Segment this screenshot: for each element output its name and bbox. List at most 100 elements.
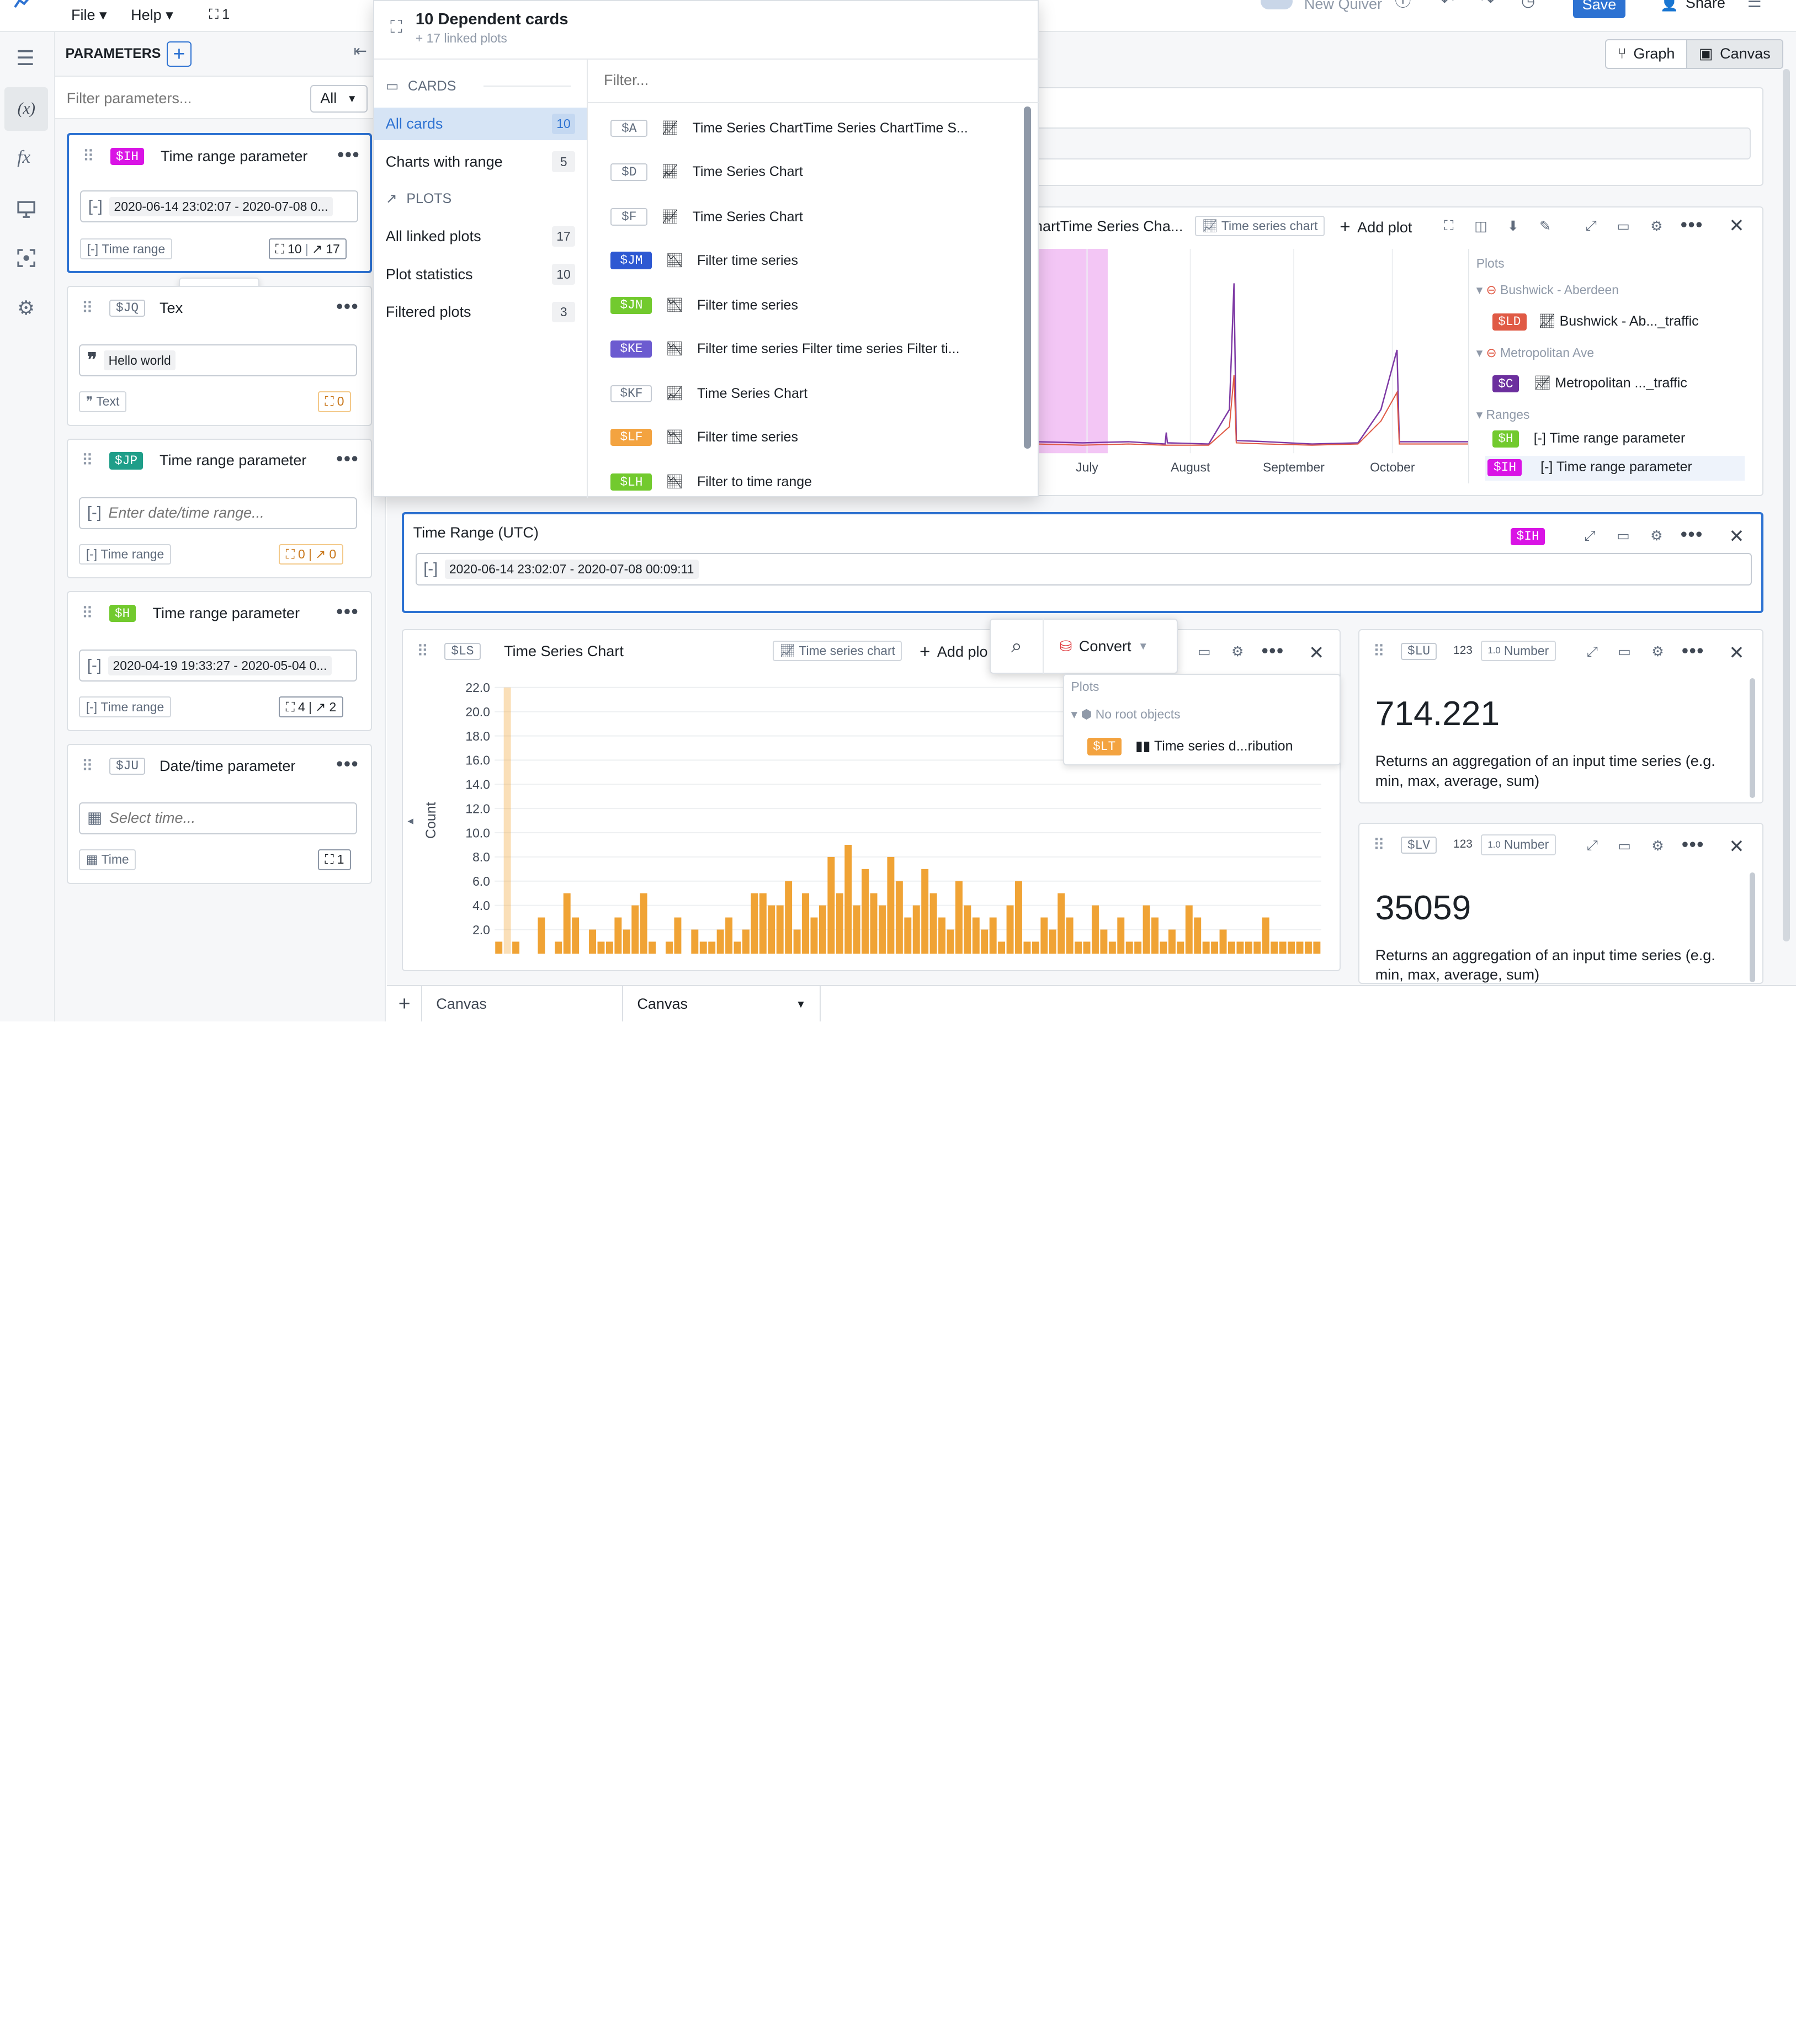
function-icon[interactable]: fx	[17, 147, 30, 168]
focus-icon[interactable]: ⛶	[1436, 214, 1462, 239]
histogram-bar[interactable]	[1219, 929, 1227, 954]
histogram-bar[interactable]	[1296, 941, 1304, 954]
histogram-bar[interactable]	[1211, 941, 1219, 954]
list-item[interactable]: $LF 📉︎ Filter time series	[588, 416, 1024, 459]
legend-item[interactable]: ▮▮ Time series d...ribution	[1135, 738, 1293, 754]
histogram-bar[interactable]	[1194, 917, 1202, 954]
histogram-bar[interactable]	[819, 905, 827, 954]
time-series-plot[interactable]: July August September October	[1037, 249, 1469, 474]
histogram-bar[interactable]	[597, 941, 605, 954]
time-range-input[interactable]: [-] 2020-06-14 23:02:07 - 2020-07-08 00:…	[415, 553, 1752, 585]
more-icon[interactable]: •••	[337, 145, 360, 166]
histogram-bar[interactable]	[1075, 941, 1082, 954]
settings-icon[interactable]: ⚙	[1644, 523, 1669, 549]
legend-group[interactable]: ▾ ⊖ Metropolitan Ave	[1476, 345, 1594, 360]
histogram-bar[interactable]	[1143, 905, 1150, 954]
histogram-bar[interactable]	[1125, 941, 1133, 954]
more-icon[interactable]: •••	[336, 602, 359, 622]
histogram-bar[interactable]	[674, 917, 682, 954]
parameter-card[interactable]: ⠿ $H Time range parameter ••• [-] 2020-0…	[66, 591, 372, 731]
maximize-icon[interactable]: ⤢	[1580, 639, 1605, 664]
more-icon[interactable]: •••	[1682, 834, 1704, 855]
text-input[interactable]: ❞ Hello world	[79, 344, 357, 377]
search-icon[interactable]: ⌕	[991, 619, 1044, 674]
histogram-bar[interactable]	[1015, 881, 1023, 954]
histogram-bar[interactable]	[1262, 917, 1269, 954]
menu-item-filtered-plots[interactable]: Filtered plots 3	[374, 296, 587, 328]
histogram-bar[interactable]	[793, 929, 801, 954]
histogram-bar[interactable]	[691, 929, 699, 954]
more-icon[interactable]: •••	[336, 754, 359, 775]
histogram-bar[interactable]	[955, 881, 963, 954]
add-plot-button[interactable]: + Add plot	[1340, 217, 1412, 238]
edit-icon[interactable]: ✎	[1533, 214, 1558, 239]
canvas-scrollbar[interactable]	[1783, 68, 1790, 941]
histogram-bar[interactable]	[1151, 917, 1159, 954]
histogram-bar[interactable]	[870, 893, 878, 954]
settings-icon[interactable]: ⚙	[1225, 639, 1250, 664]
hierarchy-badge[interactable]: ⛶ 1	[209, 7, 230, 23]
more-icon[interactable]: •••	[336, 449, 359, 470]
card-input[interactable]	[1018, 127, 1751, 160]
histogram-bar[interactable]	[1202, 941, 1210, 954]
histogram-bar[interactable]	[836, 893, 843, 954]
share-button[interactable]: 👤 Share	[1660, 0, 1725, 12]
histogram-bar[interactable]	[759, 893, 767, 954]
drag-handle-icon[interactable]: ⠿	[417, 642, 428, 661]
parameter-card[interactable]: ⠿ $JU Date/time parameter ••• ▦ ▦Time ⛶1	[66, 743, 372, 884]
file-menu[interactable]: File ▾	[71, 7, 107, 24]
histogram-bar[interactable]	[1006, 905, 1014, 954]
histogram-bar[interactable]	[1271, 941, 1278, 954]
add-plot-button[interactable]: + Add plo	[920, 642, 988, 663]
add-canvas-button[interactable]: +	[398, 992, 411, 1015]
histogram-bar[interactable]	[802, 893, 810, 954]
canvas-view-button[interactable]: ▣ Canvas	[1686, 40, 1782, 68]
filter-select[interactable]: All ▼	[310, 84, 368, 113]
legend-item-selected[interactable]: $IH [-] Time range parameter	[1485, 455, 1745, 481]
new-quiver-toggle[interactable]	[1260, 0, 1293, 9]
close-icon[interactable]: ✕	[1729, 642, 1744, 664]
histogram-bar[interactable]	[1058, 893, 1065, 954]
scrollbar[interactable]	[1749, 872, 1756, 983]
histogram-bar[interactable]	[929, 893, 937, 954]
menu-icon[interactable]: ☰	[16, 48, 35, 68]
menu-item-all-linked-plots[interactable]: All linked plots 17	[374, 220, 587, 252]
histogram-bar[interactable]	[503, 687, 511, 954]
list-item[interactable]: $JN 📉︎ Filter time series	[588, 284, 1024, 327]
histogram-bar[interactable]	[631, 905, 639, 954]
collapse-left-icon[interactable]: ◂	[407, 814, 413, 828]
maximize-icon[interactable]: ⤢	[1577, 523, 1603, 549]
undo-icon[interactable]: ↶	[1441, 0, 1454, 9]
histogram-bar[interactable]	[1117, 917, 1125, 954]
histogram-bar[interactable]	[1186, 905, 1193, 954]
time-range-input[interactable]: [-]	[79, 497, 357, 529]
parameter-card[interactable]: ⠿ $IH Time range parameter ••• [-] 2020-…	[66, 133, 372, 274]
present-icon[interactable]: ▭	[1612, 639, 1637, 664]
list-icon[interactable]: ☰	[1747, 0, 1762, 10]
dependents-badge[interactable]: ⛶ 10 | ↗ 17	[268, 238, 347, 259]
histogram-bar[interactable]	[785, 881, 793, 954]
dependents-badge[interactable]: ⛶ 0	[318, 391, 351, 412]
histogram-bar[interactable]	[699, 941, 707, 954]
histogram-bar[interactable]	[1134, 941, 1142, 954]
histogram-bar[interactable]	[1100, 929, 1108, 954]
redo-icon[interactable]: ↷	[1481, 0, 1494, 9]
histogram-bar[interactable]	[623, 929, 630, 954]
more-icon[interactable]: •••	[1682, 641, 1704, 662]
histogram-bar[interactable]	[862, 869, 869, 954]
list-item[interactable]: $F 📈︎ Time Series Chart	[588, 195, 1024, 239]
legend-item[interactable]: [-] Time range parameter	[1534, 430, 1686, 446]
histogram-bar[interactable]	[1049, 929, 1056, 954]
drag-handle-icon[interactable]: ⠿	[82, 451, 93, 470]
present-icon[interactable]: ▭	[1611, 523, 1636, 549]
list-item[interactable]: $KF 📈︎ Time Series Chart	[588, 372, 1024, 416]
download-icon[interactable]: ⬇	[1500, 214, 1526, 239]
canvas-tab[interactable]: Canvas	[421, 986, 624, 1022]
histogram-bar[interactable]	[1023, 941, 1031, 954]
date-time-field[interactable]	[109, 810, 339, 827]
present-icon[interactable]: ▭	[1611, 214, 1636, 239]
time-range-card[interactable]: Time Range (UTC) $IH ⤢ ▭ ⚙ ••• ✕ [-] 202…	[402, 512, 1763, 613]
histogram-bar[interactable]	[751, 893, 758, 954]
menu-item-all-cards[interactable]: All cards 10	[374, 108, 587, 140]
histogram-bar[interactable]	[1279, 941, 1287, 954]
